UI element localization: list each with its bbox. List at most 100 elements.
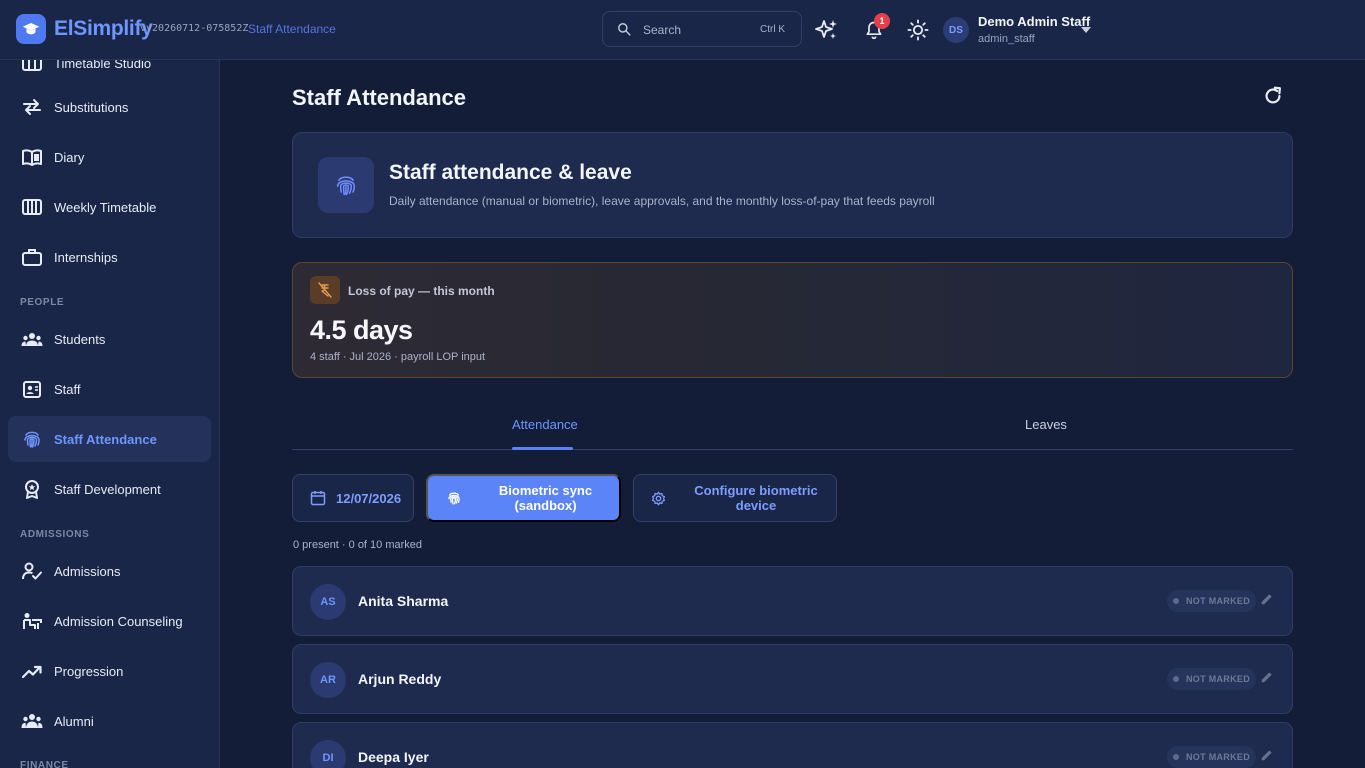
- sidebar-item-label: Substitutions: [54, 100, 129, 115]
- user-name[interactable]: Demo Admin Staff: [978, 14, 1090, 29]
- notification-badge: 1: [874, 13, 890, 29]
- currency-off-icon: [318, 282, 332, 298]
- search-placeholder: Search: [643, 23, 682, 37]
- top-bar: ElSimplify vv20260712-075852Z Staff Atte…: [0, 0, 1365, 60]
- search-box[interactable]: Search Ctrl K: [602, 11, 802, 47]
- sidebar-item-weekly-timetable[interactable]: Weekly Timetable: [8, 184, 211, 230]
- sidebar-item-label: Students: [54, 332, 106, 347]
- edit-pencil-icon[interactable]: [1260, 748, 1274, 762]
- briefcase-icon: [22, 249, 42, 266]
- sidebar-item-label: Admission Counseling: [54, 614, 183, 629]
- attendance-summary: 0 present · 0 of 10 marked: [293, 539, 423, 551]
- sidebar-item-progression[interactable]: Progression: [8, 648, 211, 694]
- app-logo[interactable]: [16, 14, 46, 44]
- refresh-icon[interactable]: [1262, 85, 1284, 107]
- sidebar-item-admission-counseling[interactable]: Admission Counseling: [8, 598, 211, 644]
- sidebar-item-alumni[interactable]: Alumni: [8, 698, 211, 744]
- sidebar-item-staff[interactable]: Staff: [8, 366, 211, 412]
- lop-label: Loss of pay — this month: [348, 284, 495, 298]
- fingerprint-icon: [336, 176, 356, 196]
- book-icon: [22, 149, 42, 166]
- page-title: Staff Attendance: [292, 85, 466, 110]
- sparkles-icon[interactable]: [814, 18, 838, 42]
- status-badge: NOT MARKED: [1167, 590, 1256, 612]
- configure-biometric-label: Configure biometric device: [694, 483, 818, 513]
- biometric-sync-label: Biometric sync (sandbox): [498, 483, 593, 513]
- search-shortcut: Ctrl K: [760, 24, 785, 35]
- loss-of-pay-card: Loss of pay — this month 4.5 days 4 staf…: [292, 262, 1293, 378]
- sidebar-item-internships[interactable]: Internships: [8, 234, 211, 280]
- sun-icon[interactable]: [907, 19, 929, 41]
- sidebar-item-label: Admissions: [54, 564, 121, 579]
- group-icon: [21, 333, 43, 346]
- award-icon: [25, 480, 39, 499]
- sidebar-item-admissions[interactable]: Admissions: [8, 548, 211, 594]
- edit-pencil-icon[interactable]: [1260, 592, 1274, 606]
- fingerprint-icon: [448, 492, 460, 505]
- search-icon: [618, 23, 631, 36]
- swap-arrows-icon: [23, 99, 41, 115]
- sidebar-item-diary[interactable]: Diary: [8, 134, 211, 180]
- sidebar-item-label: Staff Attendance: [54, 432, 157, 447]
- section-label-finance: FINANCE: [20, 760, 69, 768]
- hero-subtitle: Daily attendance (manual or biometric), …: [389, 194, 935, 208]
- brand-name[interactable]: ElSimplify: [54, 17, 153, 41]
- sidebar-item-timetable-studio[interactable]: Timetable Studio: [8, 60, 211, 86]
- hero-icon-box: [318, 157, 374, 213]
- staff-name: Deepa Iyer: [358, 749, 429, 765]
- calendar-grid-icon: [22, 199, 42, 215]
- status-badge: NOT MARKED: [1167, 668, 1256, 690]
- hero-card: Staff attendance & leave Daily attendanc…: [292, 132, 1293, 238]
- sidebar-item-substitutions[interactable]: Substitutions: [8, 84, 211, 130]
- section-label-admissions: ADMISSIONS: [20, 529, 90, 540]
- sidebar-item-staff-development[interactable]: Staff Development: [8, 466, 211, 512]
- date-value: 12/07/2026: [336, 490, 402, 506]
- calendar-icon: [310, 491, 326, 506]
- sidebar-item-label: Internships: [54, 250, 118, 265]
- sidebar-item-students[interactable]: Students: [8, 316, 211, 362]
- staff-row[interactable]: DI Deepa Iyer NOT MARKED: [292, 722, 1293, 768]
- chevron-down-icon[interactable]: [1080, 26, 1092, 34]
- staff-name: Arjun Reddy: [358, 671, 442, 687]
- sidebar-item-label: Staff Development: [54, 482, 161, 497]
- avatar: AS: [310, 584, 346, 620]
- gear-icon: [651, 491, 666, 505]
- lop-icon-box: [310, 276, 340, 304]
- staff-name: Anita Sharma: [358, 593, 449, 609]
- date-picker-button[interactable]: 12/07/2026: [292, 474, 414, 522]
- sidebar-item-staff-attendance[interactable]: Staff Attendance: [8, 416, 211, 462]
- sidebar: Timetable Studio Substitutions Diary Wee…: [0, 60, 220, 768]
- person-check-icon: [22, 562, 42, 580]
- tab-bar: Attendance Leaves: [292, 405, 1293, 450]
- lop-detail: 4 staff · Jul 2026 · payroll LOP input: [310, 351, 486, 363]
- staff-row[interactable]: AR Arjun Reddy NOT MARKED: [292, 644, 1293, 714]
- tab-leaves[interactable]: Leaves: [1025, 417, 1067, 432]
- biometric-sync-button[interactable]: Biometric sync (sandbox): [426, 474, 621, 522]
- people-icon: [21, 714, 43, 728]
- tab-attendance[interactable]: Attendance: [512, 417, 578, 432]
- sidebar-item-label: Timetable Studio: [54, 60, 152, 71]
- timetable-icon: [22, 60, 42, 71]
- avatar: AR: [310, 662, 346, 698]
- trending-up-icon: [21, 665, 42, 679]
- active-tab-indicator: [512, 447, 573, 450]
- user-role: admin_staff: [978, 33, 1035, 45]
- sidebar-item-label: Diary: [54, 150, 85, 165]
- counseling-icon: [23, 613, 42, 629]
- edit-pencil-icon[interactable]: [1260, 670, 1274, 684]
- lop-value: 4.5 days: [310, 315, 413, 345]
- sidebar-item-label: Staff: [54, 382, 81, 397]
- configure-biometric-button[interactable]: Configure biometric device: [633, 474, 837, 522]
- sidebar-item-label: Alumni: [54, 714, 94, 729]
- status-badge: NOT MARKED: [1167, 746, 1256, 768]
- id-card-icon: [23, 381, 41, 398]
- breadcrumb[interactable]: Staff Attendance: [248, 22, 336, 36]
- sidebar-item-label: Progression: [54, 664, 124, 679]
- version-label: vv20260712-075852Z: [140, 23, 249, 34]
- section-label-people: PEOPLE: [20, 297, 65, 308]
- avatar: DI: [310, 740, 346, 768]
- avatar[interactable]: DS: [943, 17, 969, 43]
- staff-row[interactable]: AS Anita Sharma NOT MARKED: [292, 566, 1293, 636]
- hero-title: Staff attendance & leave: [389, 161, 632, 184]
- graduation-cap-icon: [22, 23, 40, 35]
